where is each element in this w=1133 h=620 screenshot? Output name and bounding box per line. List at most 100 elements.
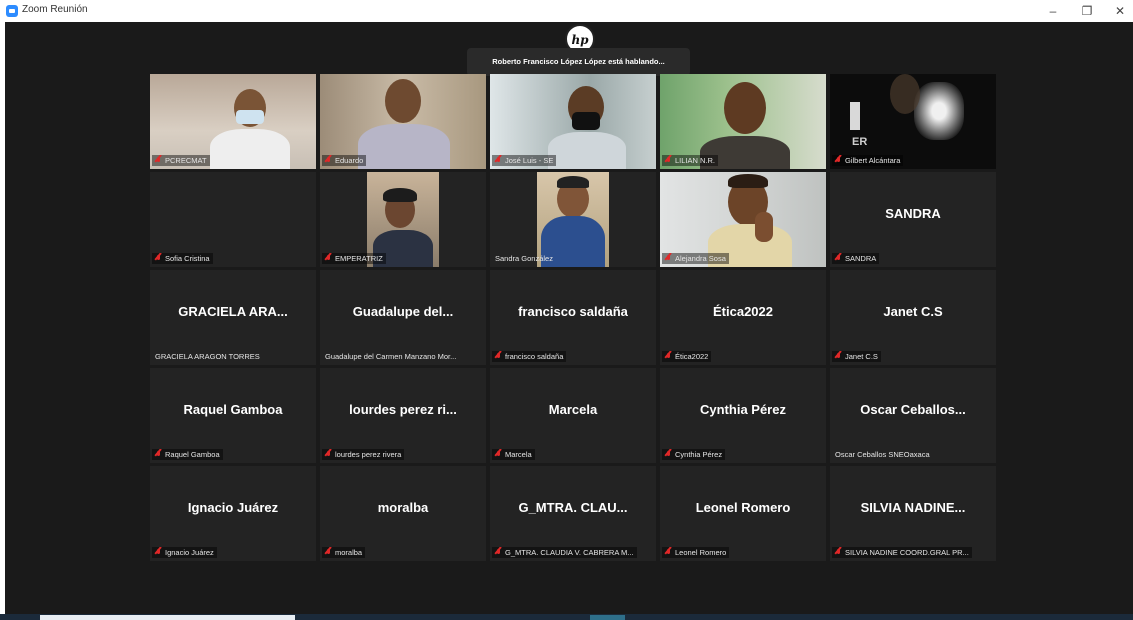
mic-muted-icon xyxy=(495,548,502,557)
mic-muted-icon xyxy=(495,156,502,165)
taskbar xyxy=(0,614,1133,620)
participant-display-name: Leonel Romero xyxy=(695,500,791,515)
participant-name-label: PCRECMAT xyxy=(152,155,210,166)
participant-display-name: Janet C.S xyxy=(883,304,943,319)
mic-muted-icon xyxy=(155,548,162,557)
participant-tile[interactable]: Oscar Ceballos... Oscar Ceballos SNEOaxa… xyxy=(830,368,996,463)
participant-name-label: Cynthia Pérez xyxy=(662,449,726,460)
participant-display-name: Raquel Gamboa xyxy=(183,402,283,417)
participant-name-label: francisco saldaña xyxy=(492,351,567,362)
mic-muted-icon xyxy=(495,450,502,459)
participant-name-label: SILVIA NADINE COORD.GRAL PR... xyxy=(832,547,972,558)
title-bar: Zoom Reunión – ❐ ✕ xyxy=(0,0,1133,22)
participant-tile[interactable]: SILVIA NADINE... SILVIA NADINE COORD.GRA… xyxy=(830,466,996,561)
taskbar-app-icon[interactable] xyxy=(590,615,625,620)
participant-tile[interactable]: José Luis - SE xyxy=(490,74,656,169)
taskbar-search-box[interactable] xyxy=(40,615,295,620)
participant-name-label: Oscar Ceballos SNEOaxaca xyxy=(835,450,930,459)
participant-tile[interactable]: Eduardo xyxy=(320,74,486,169)
mic-muted-icon xyxy=(155,450,162,459)
mic-muted-icon xyxy=(835,548,842,557)
participant-name-label: Guadalupe del Carmen Manzano Mor... xyxy=(325,352,457,361)
participant-name-label: Gilbert Alcántara xyxy=(832,155,904,166)
participant-name-label: Eduardo xyxy=(322,155,367,166)
participant-name-label: Marcela xyxy=(492,449,535,460)
mic-muted-icon xyxy=(325,450,332,459)
participant-display-name: moralba xyxy=(377,500,429,515)
window-title: Zoom Reunión xyxy=(22,4,88,15)
participant-tile[interactable]: Raquel Gamboa Raquel Gamboa xyxy=(150,368,316,463)
participant-name-label: José Luis - SE xyxy=(492,155,557,166)
participant-display-name: Cynthia Pérez xyxy=(700,402,786,417)
participant-name-label: EMPERATRIZ xyxy=(322,253,386,264)
participant-tile[interactable]: Guadalupe del... Guadalupe del Carmen Ma… xyxy=(320,270,486,365)
mic-muted-icon xyxy=(325,156,332,165)
participant-tile[interactable]: Ética2022 Ética2022 xyxy=(660,270,826,365)
participant-name-label: moralba xyxy=(322,547,366,558)
participant-name-label: LILIAN N.R. xyxy=(662,155,719,166)
meeting-view: hp Roberto Francisco López López está ha… xyxy=(5,22,1133,614)
participant-display-name: GRACIELA ARA... xyxy=(178,304,288,319)
close-button[interactable]: ✕ xyxy=(1103,0,1133,22)
participant-tile[interactable]: lourdes perez ri... lourdes perez rivera xyxy=(320,368,486,463)
participant-tile[interactable]: SANDRA SANDRA xyxy=(830,172,996,267)
participant-tile[interactable]: ER Gilbert Alcántara xyxy=(830,74,996,169)
participant-name-label: lourdes perez rivera xyxy=(322,449,405,460)
maximize-button[interactable]: ❐ xyxy=(1070,0,1104,22)
participant-name-label: G_MTRA. CLAUDIA V. CABRERA M... xyxy=(492,547,637,558)
participant-display-name: Marcela xyxy=(548,402,598,417)
participant-name-label: Ética2022 xyxy=(662,351,712,362)
participant-tile[interactable]: LILIAN N.R. xyxy=(660,74,826,169)
participant-name-label: Janet C.S xyxy=(832,351,881,362)
participant-name-label: Sofia Cristina xyxy=(152,253,213,264)
mic-muted-icon xyxy=(155,156,162,165)
mic-muted-icon xyxy=(665,450,672,459)
participant-display-name: G_MTRA. CLAU... xyxy=(518,500,628,515)
active-speaker-banner: Roberto Francisco López López está habla… xyxy=(467,48,690,76)
mic-muted-icon xyxy=(325,548,332,557)
mic-muted-icon xyxy=(155,254,162,263)
participant-tile[interactable]: EMPERATRIZ xyxy=(320,172,486,267)
mic-muted-icon xyxy=(325,254,332,263)
participant-display-name: Ignacio Juárez xyxy=(187,500,279,515)
gallery-grid: PCRECMAT Eduardo José Luis - SE LILIAN N… xyxy=(150,74,996,562)
participant-tile[interactable]: Sandra González xyxy=(490,172,656,267)
participant-name-label: Alejandra Sosa xyxy=(662,253,729,264)
participant-tile[interactable]: Cynthia Pérez Cynthia Pérez xyxy=(660,368,826,463)
participant-display-name: Guadalupe del... xyxy=(352,304,454,319)
participant-tile[interactable]: moralba moralba xyxy=(320,466,486,561)
participant-name-label: Ignacio Juárez xyxy=(152,547,217,558)
participant-tile[interactable]: PCRECMAT xyxy=(150,74,316,169)
participant-tile[interactable]: GRACIELA ARA... GRACIELA ARAGON TORRES xyxy=(150,270,316,365)
participant-display-name: SANDRA xyxy=(885,206,941,221)
mic-muted-icon xyxy=(835,352,842,361)
zoom-icon xyxy=(6,5,18,17)
participant-name-label: Leonel Romero xyxy=(662,547,730,558)
participant-display-name: lourdes perez ri... xyxy=(349,402,457,417)
mic-muted-icon xyxy=(665,548,672,557)
mic-muted-icon xyxy=(835,156,842,165)
participant-display-name: francisco saldaña xyxy=(518,304,628,319)
participant-name-label: GRACIELA ARAGON TORRES xyxy=(155,352,260,361)
participant-display-name: SILVIA NADINE... xyxy=(860,500,966,515)
mic-muted-icon xyxy=(835,254,842,263)
participant-display-name: Oscar Ceballos... xyxy=(860,402,966,417)
mic-muted-icon xyxy=(495,352,502,361)
participant-display-name: Ética2022 xyxy=(713,304,773,319)
participant-tile[interactable]: francisco saldaña francisco saldaña xyxy=(490,270,656,365)
participant-tile[interactable]: Marcela Marcela xyxy=(490,368,656,463)
minimize-button[interactable]: – xyxy=(1036,0,1070,22)
participant-tile[interactable]: Ignacio Juárez Ignacio Juárez xyxy=(150,466,316,561)
participant-tile[interactable]: Janet C.S Janet C.S xyxy=(830,270,996,365)
participant-tile[interactable]: Leonel Romero Leonel Romero xyxy=(660,466,826,561)
participant-name-label: Raquel Gamboa xyxy=(152,449,223,460)
participant-name-label: Sandra González xyxy=(495,254,553,263)
mic-muted-icon xyxy=(665,254,672,263)
mic-muted-icon xyxy=(665,352,672,361)
participant-tile[interactable]: Alejandra Sosa xyxy=(660,172,826,267)
active-speaker-text: Roberto Francisco López López está habla… xyxy=(492,57,665,66)
participant-tile[interactable]: Sofia Cristina xyxy=(150,172,316,267)
participant-name-label: SANDRA xyxy=(832,253,880,264)
participant-tile[interactable]: G_MTRA. CLAU... G_MTRA. CLAUDIA V. CABRE… xyxy=(490,466,656,561)
mic-muted-icon xyxy=(665,156,672,165)
